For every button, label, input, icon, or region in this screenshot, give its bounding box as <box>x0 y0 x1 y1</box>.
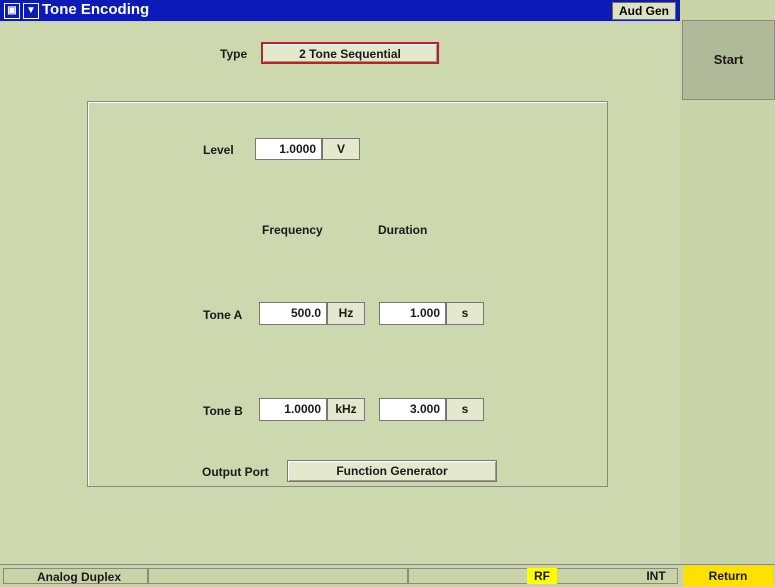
output-port-selector[interactable]: Function Generator <box>287 460 497 482</box>
status-bar: Analog Duplex RF INT Return <box>0 564 775 587</box>
tone-a-frequency-field[interactable]: 500.0 <box>259 302 327 325</box>
aud-gen-badge[interactable]: Aud Gen <box>612 2 676 20</box>
tone-a-duration-field[interactable]: 1.000 <box>379 302 446 325</box>
tone-a-label: Tone A <box>203 308 243 322</box>
mode-indicator: Analog Duplex <box>3 568 148 584</box>
status-empty-cell <box>148 568 408 584</box>
tone-b-duration-field[interactable]: 3.000 <box>379 398 446 421</box>
main-panel: ▣ ▼ Tone Encoding Aud Gen Type 2 Tone Se… <box>0 0 680 564</box>
dropdown-arrow-icon[interactable]: ▼ <box>23 3 39 19</box>
output-port-label: Output Port <box>202 465 269 479</box>
tone-b-label: Tone B <box>203 404 243 418</box>
restore-icon[interactable]: ▣ <box>4 3 20 19</box>
rf-indicator: RF <box>527 568 557 584</box>
type-label: Type <box>220 47 248 61</box>
int-indicator: INT <box>646 569 666 583</box>
return-button[interactable]: Return <box>683 566 773 587</box>
tone-a-duration-unit[interactable]: s <box>446 302 484 325</box>
tone-b-duration-unit[interactable]: s <box>446 398 484 421</box>
level-label: Level <box>203 143 234 157</box>
level-unit[interactable]: V <box>322 138 360 160</box>
softkey-panel: Start <box>680 0 775 564</box>
window-title: Tone Encoding <box>42 1 150 18</box>
frequency-header: Frequency <box>262 223 323 237</box>
duration-header: Duration <box>378 223 428 237</box>
level-field[interactable]: 1.0000 <box>255 138 322 160</box>
tone-a-frequency-unit[interactable]: Hz <box>327 302 365 325</box>
title-bar: ▣ ▼ Tone Encoding Aud Gen <box>0 0 680 21</box>
type-selector[interactable]: 2 Tone Sequential <box>261 42 439 64</box>
tone-b-frequency-field[interactable]: 1.0000 <box>259 398 327 421</box>
tone-b-frequency-unit[interactable]: kHz <box>327 398 365 421</box>
start-button[interactable]: Start <box>682 20 775 100</box>
